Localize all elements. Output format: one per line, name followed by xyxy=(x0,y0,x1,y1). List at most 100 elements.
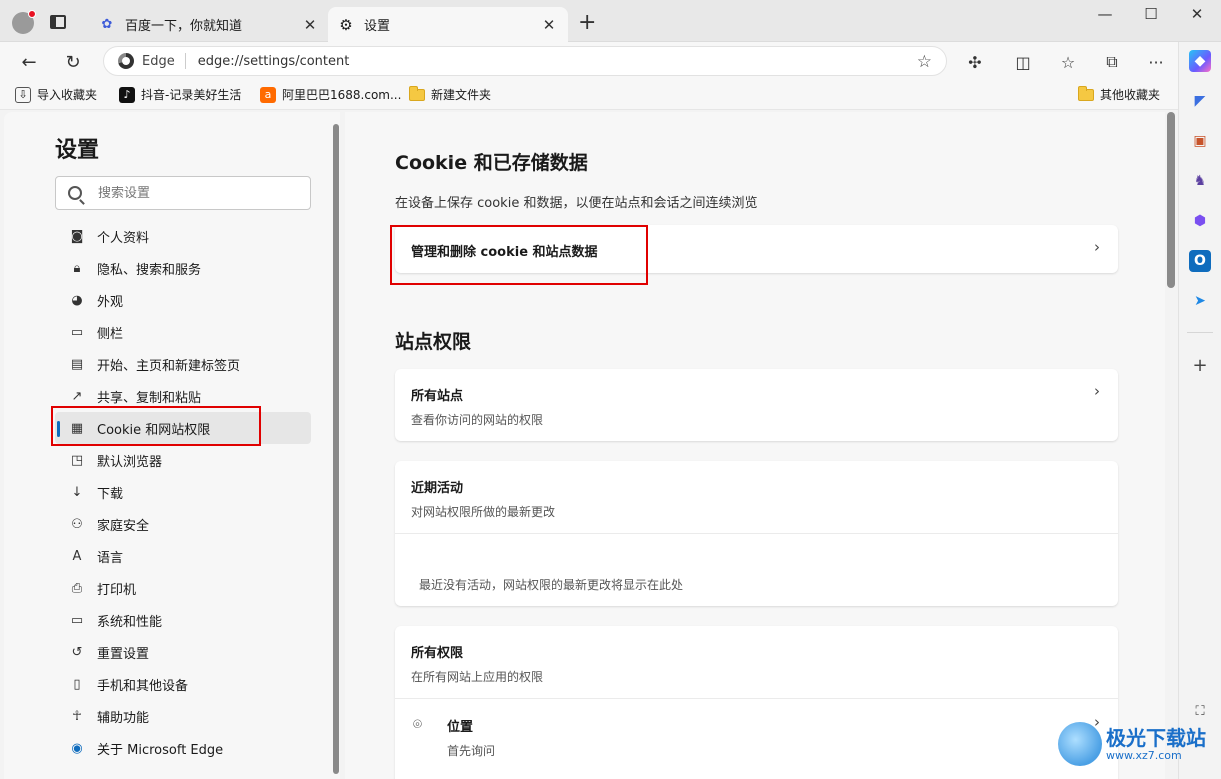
watermark-logo-icon xyxy=(1058,722,1102,766)
nav-item-label: 外观 xyxy=(97,294,124,310)
close-tab-icon[interactable]: ✕ xyxy=(540,16,558,34)
m365-icon[interactable]: ⬢ xyxy=(1189,210,1211,232)
bookmark-folder[interactable]: 新建文件夹 xyxy=(409,85,491,103)
extensions-icon[interactable]: ✣ xyxy=(963,50,987,74)
cookie-heading: Cookie 和已存储数据 xyxy=(395,152,588,174)
nav-item-label: 重置设置 xyxy=(97,646,150,662)
divider xyxy=(395,533,1118,534)
family-icon: ⚇ xyxy=(71,516,83,532)
edge-sidebar: ◆ ◤ ▣ ♞ ⬢ O ➤ + ⛶ xyxy=(1178,42,1221,779)
nav-item-sidebar[interactable]: ▭ 侧栏 xyxy=(55,316,311,348)
download-icon: ↓ xyxy=(71,484,83,500)
tab-baidu[interactable]: ✿ 百度一下，你就知道 ✕ xyxy=(89,7,329,42)
collections-icon[interactable]: ⧉ xyxy=(1100,50,1124,74)
share-icon: ↗ xyxy=(71,388,83,404)
add-icon[interactable]: + xyxy=(1189,354,1211,376)
browser-icon: ◳ xyxy=(70,452,84,468)
location-subtitle: 首先询问 xyxy=(447,744,496,758)
nav-item-start-home[interactable]: ▤ 开始、主页和新建标签页 xyxy=(55,348,311,380)
nav-item-printers[interactable]: ⎙ 打印机 xyxy=(55,572,311,604)
profile-icon: ◙ xyxy=(70,228,84,244)
favorite-star-icon[interactable]: ☆ xyxy=(917,52,932,72)
nav-item-phone[interactable]: ▯ 手机和其他设备 xyxy=(55,668,311,700)
nav-item-family[interactable]: ⚇ 家庭安全 xyxy=(55,508,311,540)
bookmark-label: 其他收藏夹 xyxy=(1100,88,1161,102)
location-title: 位置 xyxy=(447,720,474,735)
folder-icon xyxy=(1078,85,1094,103)
content-scrollbar[interactable] xyxy=(1167,112,1175,288)
nav-item-reset[interactable]: ↺ 重置设置 xyxy=(55,636,311,668)
recent-activity-empty: 最近没有活动，网站权限的最新更改将显示在此处 xyxy=(419,578,684,592)
copilot-icon[interactable]: ◆ xyxy=(1189,50,1211,72)
outlook-icon[interactable]: O xyxy=(1189,250,1211,272)
all-sites-title: 所有站点 xyxy=(411,389,464,404)
recent-activity-title: 近期活动 xyxy=(411,481,464,496)
nav-item-privacy[interactable]: 🔒︎ 隐私、搜索和服务 xyxy=(55,252,311,284)
other-bookmarks[interactable]: 其他收藏夹 xyxy=(1078,85,1161,103)
system-icon: ▭ xyxy=(70,612,84,628)
gear-icon: ⚙ xyxy=(339,15,353,34)
close-window-icon[interactable]: ✕ xyxy=(1182,5,1212,23)
url-text[interactable]: edge://settings/content xyxy=(198,54,350,69)
language-icon: A xyxy=(72,548,82,564)
baidu-paw-icon: ✿ xyxy=(101,17,113,32)
cookie-description: 在设备上保存 cookie 和数据，以便在站点和会话之间连续浏览 xyxy=(395,196,758,211)
profile-avatar[interactable] xyxy=(12,10,36,34)
minimize-icon[interactable]: — xyxy=(1090,5,1120,23)
search-icon xyxy=(68,186,82,200)
nav-item-accessibility[interactable]: ☥ 辅助功能 xyxy=(55,700,311,732)
split-screen-icon[interactable]: ◫ xyxy=(1011,50,1035,74)
douyin-icon: ♪ xyxy=(119,86,135,103)
nav-item-label: 辅助功能 xyxy=(97,710,150,726)
settings-search[interactable] xyxy=(55,176,311,210)
nav-item-appearance[interactable]: ◕ 外观 xyxy=(55,284,311,316)
nav-item-system[interactable]: ▭ 系统和性能 xyxy=(55,604,311,636)
tab-title: 百度一下，你就知道 xyxy=(125,19,243,34)
all-permissions-card: 所有权限 在所有网站上应用的权限 ⌾ 位置 首先询问 › xyxy=(395,626,1118,779)
bookmark-label: 抖音-记录美好生活 xyxy=(141,88,242,102)
lock-icon: 🔒︎ xyxy=(73,260,81,276)
divider xyxy=(1187,332,1213,333)
close-tab-icon[interactable]: ✕ xyxy=(301,16,319,34)
nav-item-label: 开始、主页和新建标签页 xyxy=(97,358,241,374)
refresh-icon[interactable]: ↻ xyxy=(61,50,85,74)
nav-item-downloads[interactable]: ↓ 下载 xyxy=(55,476,311,508)
nav-item-language[interactable]: A 语言 xyxy=(55,540,311,572)
sidebar-icon: ▭ xyxy=(70,324,84,340)
import-icon: ⇩ xyxy=(15,86,31,103)
bookmark-import[interactable]: ⇩ 导入收藏夹 xyxy=(15,86,97,103)
nav-item-label: 关于 Microsoft Edge xyxy=(97,742,224,758)
nav-item-label: 下载 xyxy=(97,486,124,502)
address-bar[interactable]: Edge edge://settings/content ☆ xyxy=(103,46,947,76)
permissions-heading: 站点权限 xyxy=(395,331,472,353)
watermark: 极光下载站 www.xz7.com xyxy=(1058,722,1206,766)
tab-settings[interactable]: ⚙ 设置 ✕ xyxy=(328,7,568,42)
maximize-icon[interactable]: ☐ xyxy=(1136,5,1166,23)
toolbox-icon[interactable]: ▣ xyxy=(1189,130,1211,152)
tab-actions-icon[interactable] xyxy=(50,15,66,29)
new-tab-icon[interactable]: + xyxy=(578,12,596,34)
nav-item-profile[interactable]: ◙ 个人资料 xyxy=(55,220,311,252)
all-sites-row[interactable]: 所有站点 查看你访问的网站的权限 › xyxy=(395,369,1118,441)
tag-icon[interactable]: ◤ xyxy=(1189,90,1211,112)
favorites-icon[interactable]: ☆ xyxy=(1056,50,1080,74)
nav-item-about[interactable]: ◉ 关于 Microsoft Edge xyxy=(55,732,311,764)
bookmark-1688[interactable]: a 阿里巴巴1688.com... xyxy=(260,86,401,103)
more-menu-icon[interactable]: ··· xyxy=(1144,50,1168,74)
settings-content: Cookie 和已存储数据 在设备上保存 cookie 和数据，以便在站点和会话… xyxy=(345,112,1165,779)
back-icon[interactable]: ← xyxy=(17,50,41,74)
alibaba-icon: a xyxy=(260,86,276,103)
nav-item-default-browser[interactable]: ◳ 默认浏览器 xyxy=(55,444,311,476)
search-input[interactable] xyxy=(98,185,298,201)
divider xyxy=(184,53,186,69)
printer-icon: ⎙ xyxy=(71,580,83,596)
send-icon[interactable]: ➤ xyxy=(1189,290,1211,312)
chess-icon[interactable]: ♞ xyxy=(1189,170,1211,192)
nav-scrollbar[interactable] xyxy=(333,124,339,774)
location-pin-icon: ⌾ xyxy=(413,715,423,733)
location-permission-row[interactable]: ⌾ 位置 首先询问 › xyxy=(395,699,1118,769)
screenshot-icon[interactable]: ⛶ xyxy=(1189,700,1211,722)
nav-item-label: 隐私、搜索和服务 xyxy=(97,262,202,278)
highlight-box xyxy=(390,225,648,285)
bookmark-douyin[interactable]: ♪ 抖音-记录美好生活 xyxy=(119,86,241,103)
